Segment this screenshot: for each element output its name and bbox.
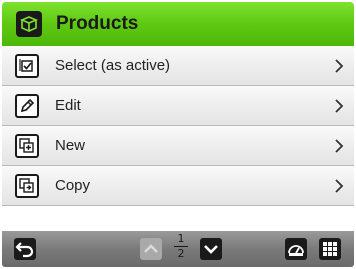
menu-item-label: Copy bbox=[55, 177, 91, 194]
header-bar: Products bbox=[2, 2, 354, 46]
products-cube-icon bbox=[16, 11, 42, 37]
menu-item-label: Select (as active) bbox=[55, 57, 171, 74]
menu-item-edit[interactable]: Edit bbox=[2, 86, 354, 126]
back-arrow-icon bbox=[15, 242, 34, 258]
page-up-button[interactable] bbox=[140, 238, 162, 260]
page-indicator: 1 2 bbox=[172, 233, 190, 260]
new-plus-icon bbox=[15, 134, 39, 158]
page-title: Products bbox=[56, 13, 139, 34]
dashboard-button[interactable] bbox=[285, 238, 307, 260]
menu-item-label: Edit bbox=[55, 97, 81, 114]
menu-item-select-as-active[interactable]: Select (as active) bbox=[2, 46, 354, 86]
chevron-right-icon bbox=[335, 99, 344, 113]
grid-menu-icon bbox=[323, 242, 337, 256]
select-check-icon bbox=[15, 54, 39, 78]
page-total: 2 bbox=[177, 247, 185, 260]
edit-pencil-icon bbox=[15, 94, 39, 118]
menu-item-copy[interactable]: Copy bbox=[2, 166, 354, 206]
products-screen: Products Select (as active) Edit New Cop… bbox=[0, 0, 356, 269]
chevron-right-icon bbox=[335, 179, 344, 193]
page-down-icon bbox=[204, 245, 218, 254]
chevron-right-icon bbox=[335, 59, 344, 73]
page-current: 1 bbox=[177, 232, 185, 245]
menu-button[interactable] bbox=[319, 238, 341, 260]
copy-icon bbox=[15, 174, 39, 198]
back-button[interactable] bbox=[14, 238, 36, 260]
chevron-right-icon bbox=[335, 139, 344, 153]
menu-item-label: New bbox=[55, 137, 86, 154]
page-up-icon bbox=[144, 244, 158, 253]
page-down-button[interactable] bbox=[200, 238, 222, 260]
menu-item-new[interactable]: New bbox=[2, 126, 354, 166]
bottom-toolbar: 1 2 bbox=[2, 231, 354, 267]
dashboard-gauge-icon bbox=[288, 245, 304, 256]
